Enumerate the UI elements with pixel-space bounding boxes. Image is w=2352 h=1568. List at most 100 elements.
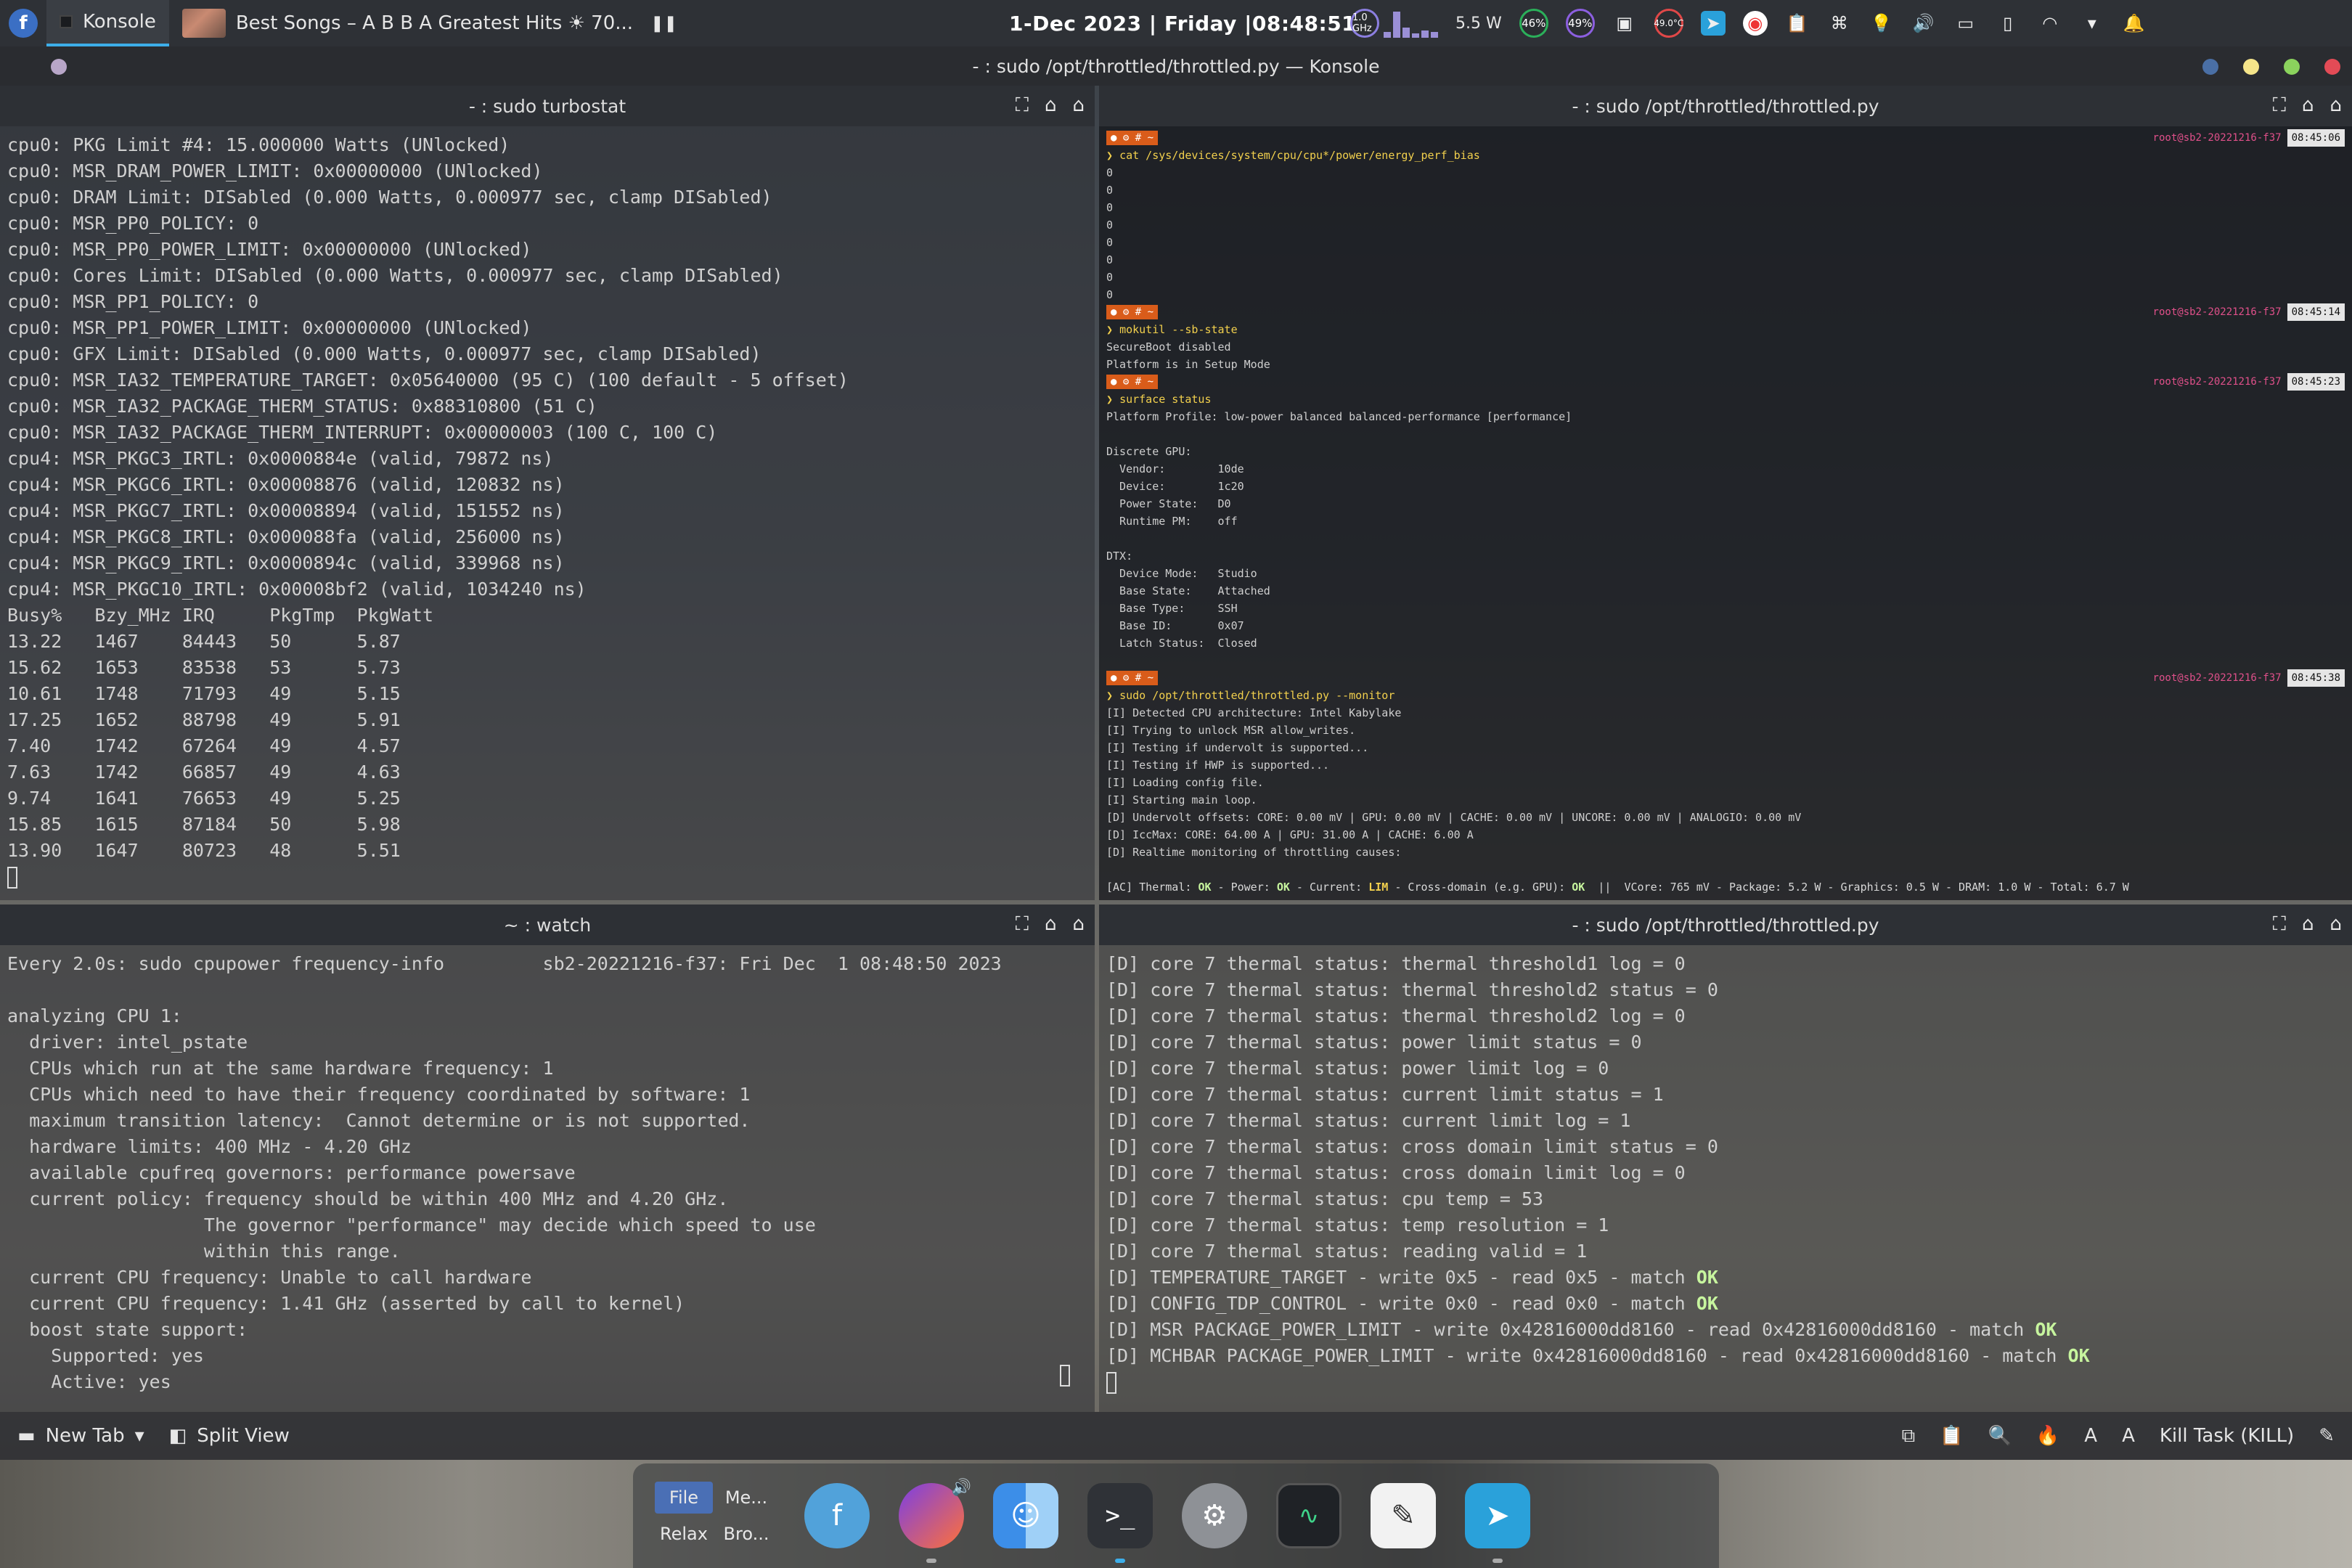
- terminal-cursor: [1106, 1372, 1116, 1394]
- terminal-icon[interactable]: >_: [1087, 1483, 1153, 1563]
- cpu-chip-icon[interactable]: ▣: [1612, 11, 1637, 36]
- lightbulb-icon[interactable]: 💡: [1869, 11, 1894, 36]
- top-panel: f Konsole Best Songs – A B B A Greatest …: [0, 0, 2352, 46]
- ram-usage-ring[interactable]: 46%: [1519, 9, 1548, 38]
- monitor-activity-icon[interactable]: ⌂: [1045, 94, 1057, 117]
- terminal-line: [D] IccMax: CORE: 64.00 A | GPU: 31.00 A…: [1106, 828, 1474, 841]
- window-title: - : sudo /opt/throttled/throttled.py — K…: [972, 55, 1380, 77]
- telegram-tray-icon[interactable]: ➤: [1700, 11, 1726, 36]
- volume-icon[interactable]: 🔊: [1911, 11, 1936, 36]
- system-monitor-icon[interactable]: ∿: [1276, 1483, 1342, 1548]
- power-readout[interactable]: 5.5 W: [1455, 15, 1502, 33]
- media-player-widget[interactable]: Best Songs – A B B A Greatest Hits ☀ 70.…: [169, 0, 690, 46]
- firefox-icon[interactable]: 🔊: [899, 1479, 971, 1563]
- prompt-badge: ● ⚙ # ~: [1106, 131, 1159, 145]
- temperature-ring[interactable]: 49.0°C: [1654, 9, 1683, 38]
- finder-icon[interactable]: ☺: [993, 1483, 1058, 1548]
- monitor-activity-icon[interactable]: ⌂: [1045, 913, 1057, 936]
- terminal-line: cpu4: MSR_PKGC8_IRTL: 0x000088fa (valid,…: [7, 526, 565, 547]
- terminal-line: [D] Realtime monitoring of throttling ca…: [1106, 846, 1402, 859]
- terminal-output[interactable]: ● ⚙ # ~ root@sb2-20221216-f37 08:45:06 ❯ ca…: [1099, 126, 2352, 900]
- terminal-line: [D] core 7 thermal status: cross domain …: [1106, 1136, 1718, 1157]
- monitor-silence-icon[interactable]: ⌂: [1072, 913, 1085, 936]
- terminal-line: [D] core 7 thermal status: thermal thres…: [1106, 953, 1686, 974]
- fedora-icon[interactable]: f: [804, 1483, 870, 1548]
- kde-connect-icon[interactable]: ⌘: [1827, 11, 1852, 36]
- monitor-activity-icon[interactable]: ⌂: [2302, 94, 2314, 117]
- window-menu-icon[interactable]: [51, 59, 67, 75]
- battery-icon[interactable]: ▭: [1953, 11, 1978, 36]
- maximize-pane-icon[interactable]: ⛶: [1016, 94, 1029, 117]
- terminal-line: cpu0: MSR_PP0_POWER_LIMIT: 0x00000000 (U…: [7, 239, 532, 260]
- telegram-icon[interactable]: ➤: [1465, 1483, 1530, 1563]
- enlarge-font-icon[interactable]: A: [2122, 1425, 2135, 1447]
- monitor-silence-icon[interactable]: ⌂: [2329, 913, 2342, 936]
- pane-watch[interactable]: ~ : watch ⛶ ⌂ ⌂ Every 2.0s: sudo cpupowe…: [0, 905, 1095, 1412]
- split-view-button[interactable]: ◧ Split View: [169, 1425, 290, 1447]
- match-ok: OK: [2067, 1345, 2090, 1366]
- chrome-tray-icon[interactable]: ◉: [1742, 11, 1768, 36]
- settings-icon[interactable]: ⚙: [1182, 1483, 1247, 1548]
- clock[interactable]: 1-Dec 2023 | Friday |08:48:51: [1009, 0, 1356, 46]
- copy-icon[interactable]: ⧉: [1902, 1425, 1916, 1447]
- terminal-line: [D] core 7 thermal status: cpu temp = 53: [1106, 1188, 1544, 1209]
- command-text: mokutil --sb-state: [1119, 323, 1238, 336]
- keep-above-button[interactable]: [2202, 59, 2218, 75]
- terminal-output[interactable]: [D] core 7 thermal status: thermal thres…: [1099, 945, 2352, 1412]
- dock: File Me... Relax Bro... f 🔊 ☺ >_ ⚙ ∿ ✎ ➤: [633, 1463, 1719, 1568]
- match-text: [D] TEMPERATURE_TARGET - write 0x5 - rea…: [1106, 1267, 1696, 1288]
- flame-icon[interactable]: 🔥: [2036, 1425, 2059, 1447]
- status-prefix: [AC] Thermal:: [1106, 881, 1199, 894]
- new-tab-button[interactable]: ▬ New Tab ▾: [17, 1425, 144, 1447]
- app-launcher[interactable]: f: [0, 0, 46, 46]
- maximize-button[interactable]: [2284, 59, 2300, 75]
- terminal-line: [D] core 7 thermal status: current limit…: [1106, 1110, 1631, 1131]
- terminal-line: Busy% Bzy_MHz IRQ PkgTmp PkgWatt: [7, 605, 433, 626]
- media-title: Best Songs – A B B A Greatest Hits ☀ 70.…: [235, 12, 634, 34]
- maximize-pane-icon[interactable]: ⛶: [2273, 913, 2286, 936]
- cpu-frequency-widget[interactable]: 1.0 GHz: [1350, 9, 1438, 38]
- terminal-output[interactable]: cpu0: PKG Limit #4: 15.000000 Watts (UNl…: [0, 126, 1095, 900]
- chevron-down-icon[interactable]: ▾: [135, 1425, 144, 1447]
- wifi-icon[interactable]: ◠: [2038, 11, 2062, 36]
- command-text: surface status: [1119, 393, 1212, 406]
- terminal-output[interactable]: Every 2.0s: sudo cpupower frequency-info…: [0, 945, 1095, 1412]
- task-relax[interactable]: Relax: [655, 1518, 713, 1550]
- kill-task-button[interactable]: Kill Task (KILL): [2160, 1425, 2294, 1447]
- notification-bell-icon[interactable]: 🔔: [2122, 11, 2147, 36]
- monitor-activity-icon[interactable]: ⌂: [2302, 913, 2314, 936]
- pane-throttled-monitor[interactable]: - : sudo /opt/throttled/throttled.py ⛶ ⌂…: [1099, 905, 2352, 1412]
- search-icon[interactable]: 🔍: [1988, 1425, 2012, 1447]
- pause-icon[interactable]: ❚❚: [650, 15, 677, 33]
- terminal-line: driver: intel_pstate: [7, 1032, 248, 1053]
- monitor-silence-icon[interactable]: ⌂: [1072, 94, 1085, 117]
- terminal-line: cpu0: MSR_PP1_POLICY: 0: [7, 291, 259, 312]
- clipboard-icon[interactable]: 📋: [1785, 11, 1810, 36]
- terminal-line: Power State: D0: [1106, 497, 1231, 510]
- chevron-down-icon[interactable]: ▾: [2080, 11, 2104, 36]
- terminal-line: DTX:: [1106, 550, 1133, 563]
- terminal-line: [I] Trying to unlock MSR allow_writes.: [1106, 724, 1356, 737]
- taskbar-item-konsole[interactable]: Konsole: [46, 0, 169, 46]
- task-file[interactable]: File: [655, 1482, 713, 1514]
- window-titlebar[interactable]: - : sudo /opt/throttled/throttled.py — K…: [0, 46, 2352, 86]
- phone-icon[interactable]: ▯: [1996, 11, 2020, 36]
- task-bro[interactable]: Bro...: [717, 1518, 775, 1550]
- pane-title: - : sudo /opt/throttled/throttled.py: [1572, 914, 1879, 936]
- swap-usage-ring[interactable]: 49%: [1565, 9, 1595, 38]
- terminal-line: CPUs which run at the same hardware freq…: [7, 1058, 554, 1079]
- shrink-font-icon[interactable]: A: [2084, 1425, 2097, 1447]
- maximize-pane-icon[interactable]: ⛶: [1016, 913, 1029, 936]
- maximize-pane-icon[interactable]: ⛶: [2273, 94, 2286, 117]
- monitor-silence-icon[interactable]: ⌂: [2329, 94, 2342, 117]
- pane-throttled-history[interactable]: - : sudo /opt/throttled/throttled.py ⛶ ⌂…: [1099, 86, 2352, 900]
- minimize-button[interactable]: [2243, 59, 2259, 75]
- task-manager-widget[interactable]: File Me... Relax Bro...: [655, 1482, 775, 1550]
- paste-icon[interactable]: 📋: [1940, 1425, 1963, 1447]
- task-me[interactable]: Me...: [717, 1482, 775, 1514]
- pane-turbostat[interactable]: - : sudo turbostat ⛶ ⌂ ⌂ cpu0: PKG Limit…: [0, 86, 1095, 900]
- text-editor-icon[interactable]: ✎: [1371, 1483, 1436, 1548]
- close-button[interactable]: [2324, 59, 2340, 75]
- edit-icon[interactable]: ✎: [2319, 1425, 2335, 1447]
